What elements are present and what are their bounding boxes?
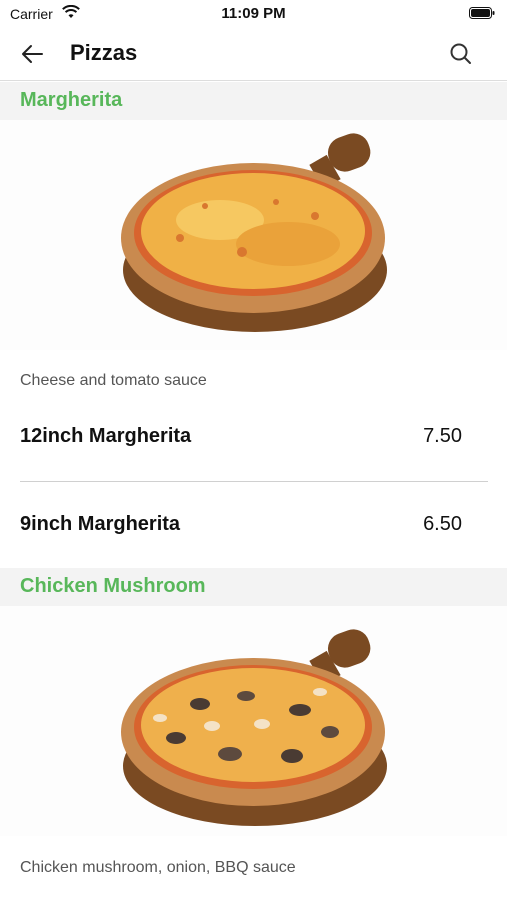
pizza-illustration (121, 133, 387, 332)
item-name: 9inch Margherita (20, 513, 181, 535)
item-name: 12inch Margherita (20, 425, 192, 447)
nav-header: Pizzas (0, 28, 507, 81)
item-price: 6.50 (423, 513, 462, 535)
menu-item-row[interactable]: 9inch Margherita 6.50 (20, 496, 488, 554)
section-description: Cheese and tomato sauce (20, 372, 207, 389)
section-description: Chicken mushroom, onion, BBQ sauce (20, 859, 296, 876)
divider (20, 481, 488, 482)
status-bar: Carrier 11:09 PM (0, 0, 507, 28)
section-header-margherita: Margherita (0, 82, 507, 120)
arrow-left-icon[interactable] (18, 40, 46, 68)
status-time: 11:09 PM (221, 5, 286, 22)
page-title: Pizzas (70, 40, 138, 65)
battery-icon (469, 7, 495, 19)
item-price: 7.50 (423, 425, 462, 447)
section-title: Margherita (20, 89, 123, 111)
pizza-image-chicken-mushroom[interactable] (0, 606, 507, 836)
menu-item-row[interactable]: 12inch Margherita 7.50 (20, 408, 488, 466)
pizza-illustration (121, 629, 387, 826)
search-icon[interactable] (447, 40, 475, 68)
pizza-image-margherita[interactable] (0, 120, 507, 350)
section-header-chicken-mushroom: Chicken Mushroom (0, 568, 507, 606)
section-title: Chicken Mushroom (20, 575, 206, 597)
